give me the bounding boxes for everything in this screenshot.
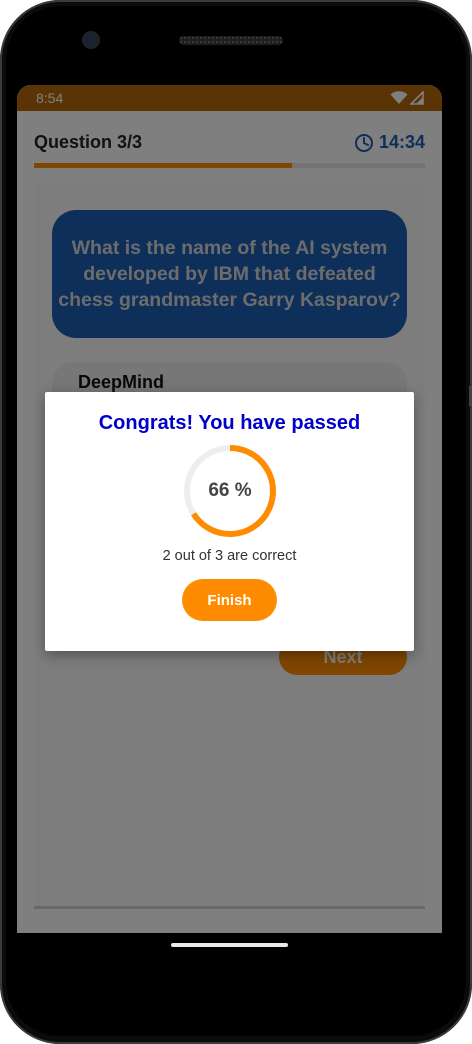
front-camera xyxy=(84,33,98,47)
result-dialog: Congrats! You have passed 66 % 2 out of … xyxy=(45,392,414,651)
earpiece-speaker xyxy=(179,36,283,45)
score-summary: 2 out of 3 are correct xyxy=(162,548,297,564)
score-percent: 66 % xyxy=(208,480,252,501)
result-title: Congrats! You have passed xyxy=(98,412,361,434)
phone-frame: 8:54 Question 3/3 14:34 xyxy=(0,0,472,1044)
navigation-bar xyxy=(17,933,442,957)
finish-button[interactable]: Finish xyxy=(182,579,277,621)
home-indicator[interactable] xyxy=(171,943,288,947)
screen: 8:54 Question 3/3 14:34 xyxy=(17,85,442,933)
score-progress-ring: 66 % xyxy=(180,441,280,541)
